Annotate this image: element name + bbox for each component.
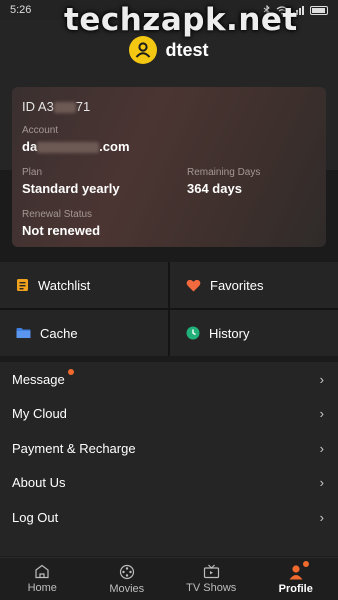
user-id-suffix: 71 [75, 99, 91, 114]
watchlist-tile[interactable]: Watchlist [0, 262, 168, 308]
person-icon [289, 564, 303, 579]
home-icon [35, 564, 49, 579]
account-prefix: da [22, 139, 38, 154]
cache-tile[interactable]: Cache [0, 310, 168, 356]
remaining-days-label: Remaining Days [187, 167, 261, 178]
chevron-right-icon: › [319, 371, 324, 387]
favorites-label: Favorites [210, 277, 264, 293]
tab-movies-label: Movies [109, 582, 145, 595]
plan-label: Plan [22, 167, 43, 178]
tab-movies[interactable]: Movies [85, 558, 170, 600]
username: dtest [165, 39, 209, 60]
heart-icon [186, 279, 201, 291]
menu-item-message[interactable]: Message › [0, 362, 338, 397]
menu-item-payment[interactable]: Payment & Recharge › [0, 431, 338, 466]
user-id-prefix: ID A3 [22, 99, 54, 114]
menu-item-my-cloud[interactable]: My Cloud › [0, 397, 338, 432]
redacted-blur [37, 142, 100, 154]
tab-tv-shows-label: TV Shows [186, 582, 237, 594]
cache-label: Cache [40, 325, 78, 341]
history-icon [186, 326, 200, 340]
watchlist-label: Watchlist [38, 277, 91, 293]
favorites-tile[interactable]: Favorites [170, 262, 338, 308]
tab-home[interactable]: Home [0, 558, 85, 600]
menu-item-label: Payment & Recharge [12, 440, 136, 456]
chevron-right-icon: › [319, 475, 324, 491]
settings-menu: Message › My Cloud › Payment & Recharge … [0, 362, 338, 556]
account-suffix: .com [99, 139, 130, 154]
renewal-status-block: Renewal Status Not renewed [22, 209, 100, 238]
message-label: Message [12, 371, 65, 387]
renewal-status-label: Renewal Status [22, 209, 93, 220]
history-tile[interactable]: History [170, 310, 338, 356]
tab-tv-shows[interactable]: TV Shows [169, 558, 254, 600]
tab-profile[interactable]: Profile [254, 558, 338, 600]
chevron-right-icon: › [319, 440, 324, 456]
tab-profile-label: Profile [278, 582, 313, 595]
battery-icon [310, 5, 328, 15]
account-label: Account [22, 125, 59, 136]
quick-actions-grid: Watchlist Favorites Cache History [0, 262, 338, 356]
user-avatar-icon [136, 42, 151, 58]
plan-value: Standard yearly [22, 181, 120, 196]
remaining-days-value: 364 days [187, 181, 242, 196]
plan-block: Plan Standard yearly [22, 167, 120, 196]
menu-item-log-out[interactable]: Log Out › [0, 500, 338, 535]
notification-dot [303, 561, 310, 567]
film-reel-icon [119, 564, 134, 579]
tv-icon [203, 564, 219, 579]
account-value: da .com [22, 139, 130, 154]
menu-item-label: My Cloud [12, 406, 67, 422]
status-time: 5:26 [10, 4, 32, 16]
bottom-tab-bar: Home Movies TV Shows Profile [0, 557, 338, 600]
profile-row[interactable]: dtest [0, 36, 338, 64]
account-block: Account da .com [22, 125, 130, 154]
history-label: History [209, 325, 250, 341]
redacted-blur [53, 102, 76, 114]
user-id: ID A3 71 [22, 99, 316, 114]
watermark: techzapk.net [64, 2, 298, 38]
menu-item-label: Log Out [12, 509, 59, 525]
avatar[interactable] [129, 36, 158, 64]
remaining-days-block: Remaining Days 364 days [187, 167, 260, 196]
renewal-status-value: Not renewed [22, 223, 101, 238]
tab-home-label: Home [27, 582, 57, 594]
menu-item-about-us[interactable]: About Us › [0, 466, 338, 501]
chevron-right-icon: › [319, 509, 324, 525]
account-card: ID A3 71 Account da .com Plan Standard yea… [12, 87, 326, 247]
chevron-right-icon: › [319, 406, 324, 422]
watchlist-icon [17, 279, 28, 291]
notification-dot [67, 368, 74, 375]
menu-item-label: About Us [12, 475, 66, 491]
menu-item-label: Message [12, 368, 74, 387]
folder-icon [16, 328, 31, 338]
